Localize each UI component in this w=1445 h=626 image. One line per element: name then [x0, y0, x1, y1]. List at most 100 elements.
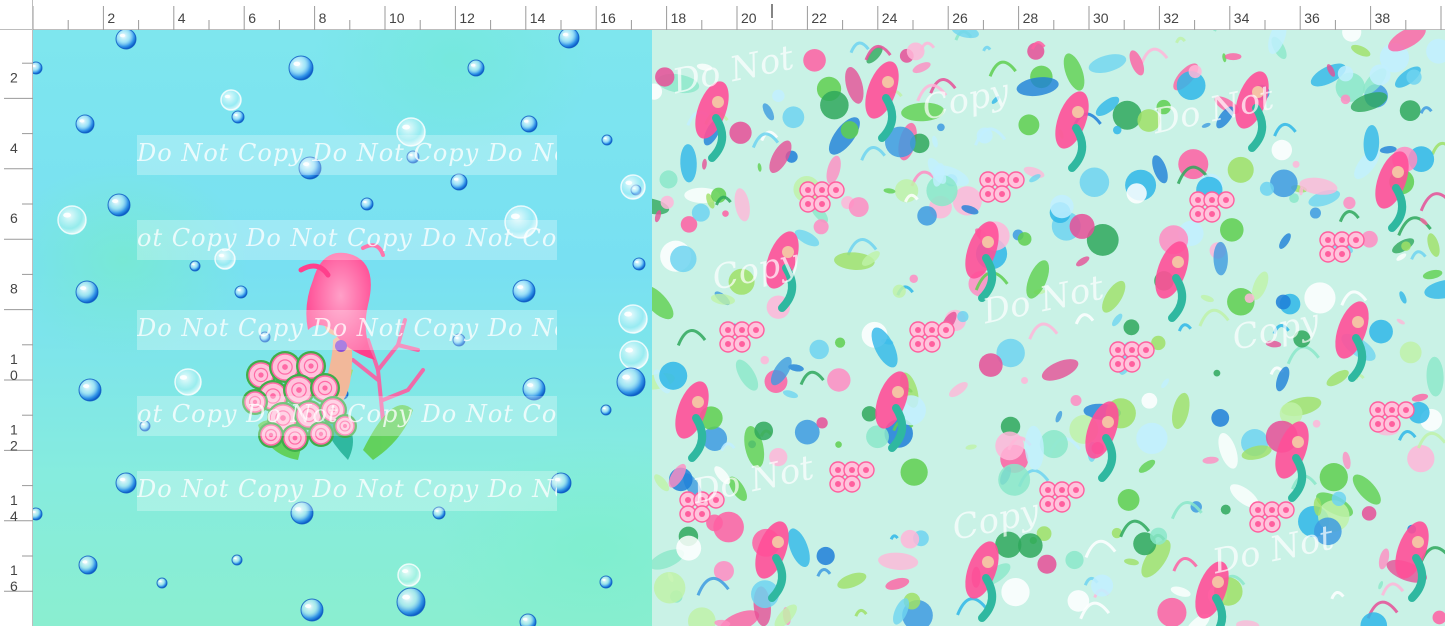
ruler-label: 32: [1163, 10, 1179, 26]
pattern-motif: [1369, 64, 1391, 86]
ruler-label: 8: [10, 281, 18, 297]
pattern-motif: [1401, 241, 1411, 251]
pattern-motif: [835, 441, 842, 448]
pattern-motif: [772, 89, 785, 103]
pattern-motif: [1050, 194, 1074, 219]
pattern-motif: [1091, 574, 1114, 597]
pattern-motif: [1037, 554, 1057, 574]
pattern-motif: [1319, 463, 1348, 492]
pattern-motif: [1157, 597, 1187, 626]
ruler-label: 36: [1304, 10, 1320, 26]
svg-text:6: 6: [10, 210, 18, 226]
pattern-motif: [816, 546, 835, 566]
pattern-motif: [1069, 213, 1095, 239]
pattern-motif: [866, 425, 889, 449]
pattern-motif: [976, 127, 993, 144]
pattern-motif: [1399, 341, 1422, 364]
pattern-motif: [917, 206, 937, 226]
svg-text:2: 2: [10, 437, 18, 453]
ruler-label: 6: [10, 210, 18, 226]
pattern-motif: [722, 210, 729, 217]
ruler-label: 14: [530, 10, 546, 26]
mermaid-pattern-panel: Do Not Copy Do Not Copy Do Not Copy Do N…: [652, 30, 1445, 626]
pattern-motif: [1361, 506, 1377, 521]
pattern-motif: [827, 368, 851, 392]
pattern-motif: [1039, 429, 1068, 459]
pattern-motif: [1079, 167, 1110, 198]
svg-text:2: 2: [10, 69, 18, 85]
pattern-motif: [670, 245, 697, 273]
ruler-label: 6: [248, 10, 256, 26]
pattern-motif: [794, 419, 820, 445]
ruler-label: 2: [10, 69, 18, 85]
pattern-motif: [1136, 422, 1168, 455]
pattern-motif: [1407, 444, 1435, 473]
horizontal-ruler[interactable]: 246810121416182022242628303234363840: [33, 0, 1445, 30]
pattern-motif: [1227, 156, 1254, 183]
pattern-motif: [1018, 114, 1040, 136]
svg-text:6: 6: [10, 578, 18, 594]
watermark-band: ot Copy Do Not Copy Do Not Cop: [137, 220, 557, 260]
vertical-ruler[interactable]: 246810121416: [0, 30, 33, 626]
pattern-motif: [1309, 207, 1321, 219]
pattern-motif: [1123, 319, 1140, 336]
pattern-motif: [1337, 65, 1354, 82]
pattern-motif: [900, 529, 920, 549]
watermark-band: Do Not Copy Do Not Copy Do Not: [137, 471, 557, 511]
pattern-motif: [754, 421, 774, 441]
pattern-motif: [1213, 369, 1221, 377]
ruler-label: 12: [459, 10, 475, 26]
pattern-motif: [729, 121, 752, 144]
pattern-motif: [1001, 577, 1030, 607]
ruler-label: 38: [1375, 10, 1391, 26]
watermark-band: ot Copy Do Not Copy Do Not Cop: [137, 396, 557, 436]
pattern-motif: [1220, 504, 1231, 515]
pattern-motif: [1369, 319, 1393, 344]
pattern-motif: [1113, 125, 1122, 135]
pattern-motif: [1070, 395, 1082, 407]
pattern-motif: [1211, 409, 1230, 427]
pattern-motif: [1399, 100, 1421, 122]
pattern-motif: [1188, 64, 1202, 79]
pattern-motif: [803, 48, 826, 72]
pattern-motif: [760, 355, 770, 365]
ruler-label: 8: [319, 10, 327, 26]
pattern-motif: [1292, 160, 1300, 168]
design-canvas[interactable]: Do Not Copy Do Not Copy Do Not ot Copy D…: [33, 30, 1445, 626]
pattern-motif: [998, 463, 1031, 496]
watermark-band: Do Not Copy Do Not Copy Do Not: [137, 135, 557, 175]
vertical-ruler-scale: 246810121416: [4, 62, 33, 594]
pattern-motif: [1141, 392, 1158, 409]
svg-text:4: 4: [10, 508, 18, 524]
pattern-leaf: [1224, 53, 1242, 61]
pattern-motif: [660, 195, 674, 209]
pattern-motif: [1271, 139, 1293, 161]
pattern-motif: [995, 431, 1024, 461]
ruler-label: 12: [10, 421, 18, 453]
ruler-label: 20: [741, 10, 757, 26]
pattern-motif: [1220, 218, 1244, 242]
pattern-motif: [834, 337, 846, 348]
pattern-motif: [861, 406, 878, 422]
pattern-motif: [957, 310, 969, 323]
pattern-motif: [1150, 527, 1168, 545]
pattern-motif: [1065, 550, 1084, 570]
pattern-motif: [840, 121, 859, 139]
pattern-motif: [909, 274, 918, 284]
pattern-motif: [1331, 491, 1347, 507]
pattern-motif: [1017, 232, 1032, 246]
svg-text:1: 1: [10, 421, 18, 437]
ruler-corner: [0, 0, 33, 30]
pattern-motif: [848, 197, 869, 218]
ruler-label: 14: [10, 492, 18, 524]
pattern-motif: [1259, 181, 1275, 196]
ruler-label: 16: [10, 562, 18, 594]
ruler-label: 4: [178, 10, 186, 26]
pattern-motif: [659, 170, 678, 189]
ruler-label: 22: [811, 10, 827, 26]
pattern-motif: [1021, 377, 1029, 385]
ruler-label: 24: [882, 10, 898, 26]
pattern-motif: [691, 203, 710, 222]
pattern-motif: [978, 353, 1003, 377]
pattern-motif: [820, 90, 849, 120]
